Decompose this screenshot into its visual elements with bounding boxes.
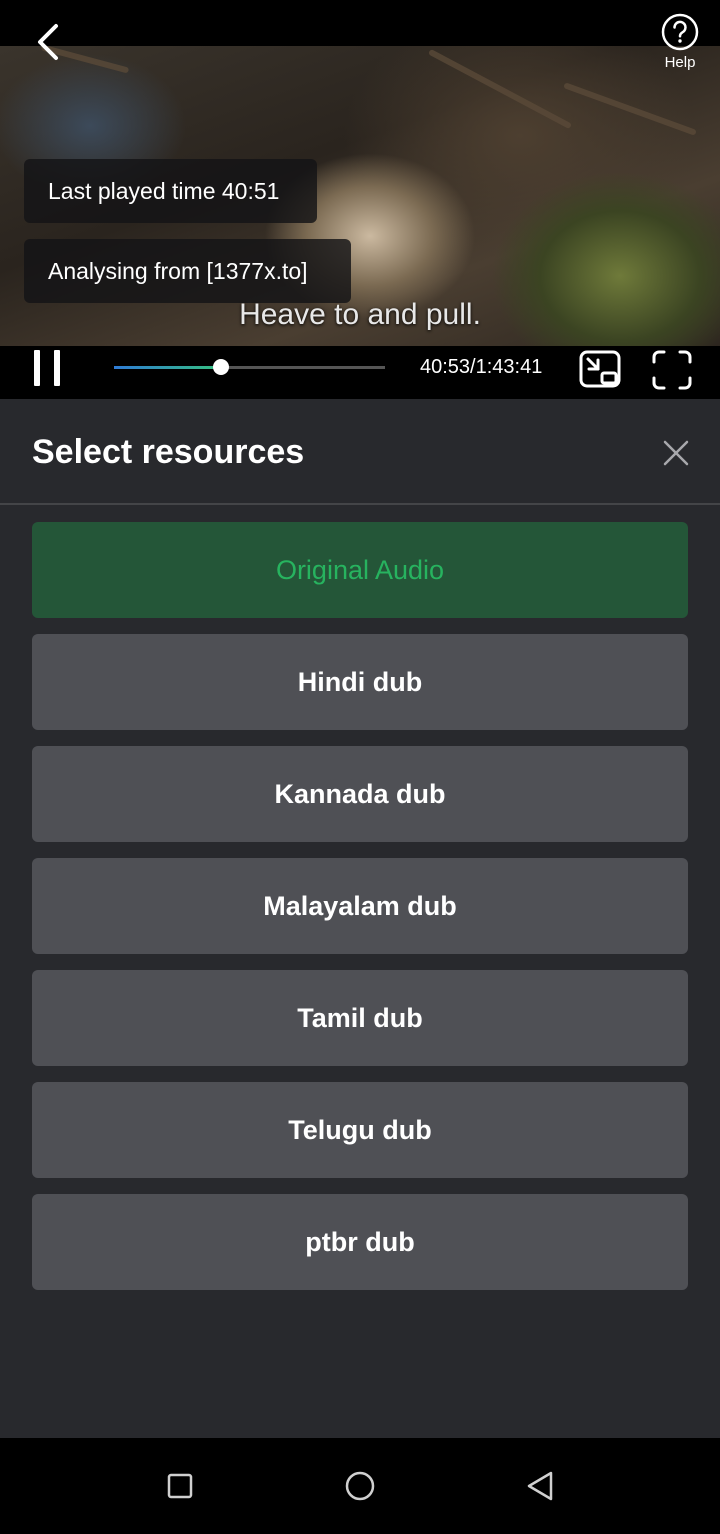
- analysing-text: Analysing from [1377x.to]: [48, 257, 308, 284]
- fullscreen-button[interactable]: [650, 348, 694, 392]
- recents-button[interactable]: [160, 1466, 200, 1506]
- last-played-toast: Last played time 40:51: [24, 159, 317, 223]
- pause-button[interactable]: [30, 350, 66, 390]
- picture-in-picture-button[interactable]: [578, 348, 622, 392]
- option-original-audio[interactable]: Original Audio: [32, 522, 688, 618]
- question-circle-icon: [661, 13, 699, 51]
- option-label: Kannada dub: [274, 778, 446, 809]
- fullscreen-icon: [652, 350, 692, 390]
- chevron-left-icon: [38, 24, 58, 60]
- last-played-text: Last played time 40:51: [48, 177, 280, 204]
- sheet-header: Select resources: [0, 399, 720, 505]
- help-label: Help: [664, 54, 696, 71]
- video-player[interactable]: Help Last played time 40:51 Analysing fr…: [0, 0, 720, 399]
- seek-bar-progress: [114, 366, 221, 369]
- system-nav-bar: [0, 1438, 720, 1534]
- help-button[interactable]: Help: [656, 12, 704, 82]
- option-label: Original Audio: [275, 554, 445, 585]
- video-scenery: [563, 82, 697, 136]
- seek-bar[interactable]: [114, 359, 385, 375]
- option-label: Malayalam dub: [263, 890, 457, 921]
- option-label: Tamil dub: [297, 1002, 423, 1033]
- option-ptbr-dub[interactable]: ptbr dub: [32, 1194, 688, 1290]
- triangle-back-icon: [527, 1471, 553, 1501]
- playback-time: 40:53/1:43:41: [420, 356, 543, 378]
- system-back-button[interactable]: [520, 1466, 560, 1506]
- option-malayalam-dub[interactable]: Malayalam dub: [32, 858, 688, 954]
- sheet-title: Select resources: [32, 433, 305, 471]
- home-button[interactable]: [340, 1466, 380, 1506]
- seek-bar-thumb[interactable]: [212, 359, 229, 375]
- option-telugu-dub[interactable]: Telugu dub: [32, 1082, 688, 1178]
- option-kannada-dub[interactable]: Kannada dub: [32, 746, 688, 842]
- option-label: ptbr dub: [305, 1226, 415, 1257]
- video-scenery: [427, 48, 573, 130]
- picture-in-picture-icon: [579, 350, 621, 388]
- back-button[interactable]: [26, 20, 70, 64]
- close-icon: [663, 440, 689, 466]
- close-button[interactable]: [658, 435, 694, 471]
- select-resources-sheet: Select resources Original Audio Hindi du…: [0, 399, 720, 1438]
- subtitle-text: Heave to and pull.: [239, 298, 481, 331]
- option-tamil-dub[interactable]: Tamil dub: [32, 970, 688, 1066]
- option-label: Hindi dub: [297, 666, 423, 697]
- option-hindi-dub[interactable]: Hindi dub: [32, 634, 688, 730]
- square-recents-icon: [167, 1473, 193, 1499]
- player-control-bar: 40:53/1:43:41: [0, 346, 720, 399]
- option-label: Telugu dub: [288, 1114, 432, 1145]
- analysing-toast: Analysing from [1377x.to]: [24, 239, 351, 303]
- player-top-bar: [0, 0, 720, 46]
- circle-home-icon: [345, 1471, 375, 1501]
